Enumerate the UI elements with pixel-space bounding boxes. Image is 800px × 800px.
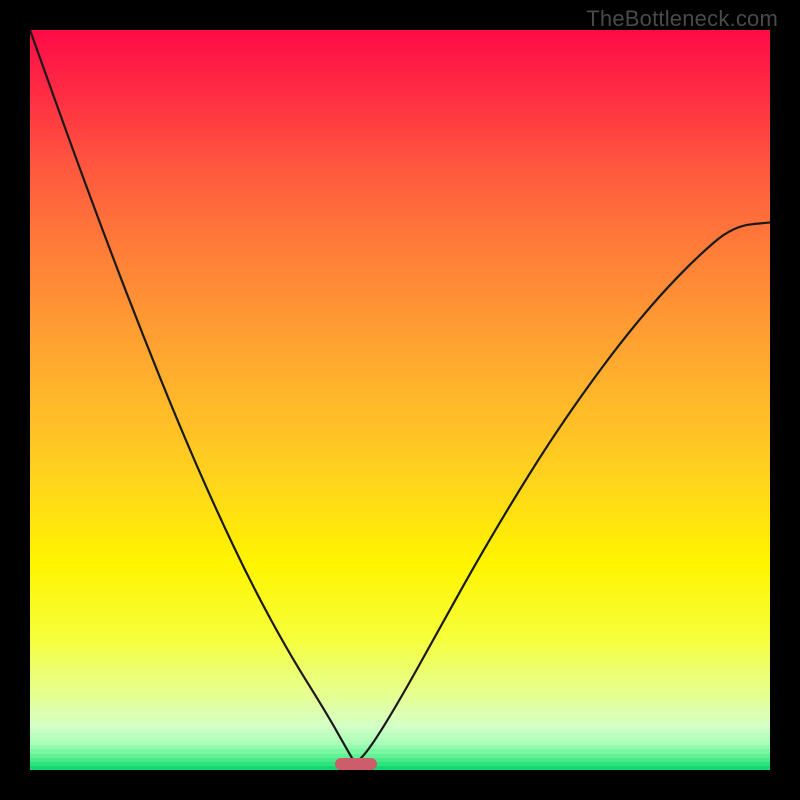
plot-area: [30, 30, 770, 770]
bottleneck-curve: [30, 30, 770, 770]
curve-path: [30, 30, 770, 764]
optimal-marker: [335, 758, 377, 770]
watermark-text: TheBottleneck.com: [586, 6, 778, 32]
outer-frame: TheBottleneck.com: [0, 0, 800, 800]
